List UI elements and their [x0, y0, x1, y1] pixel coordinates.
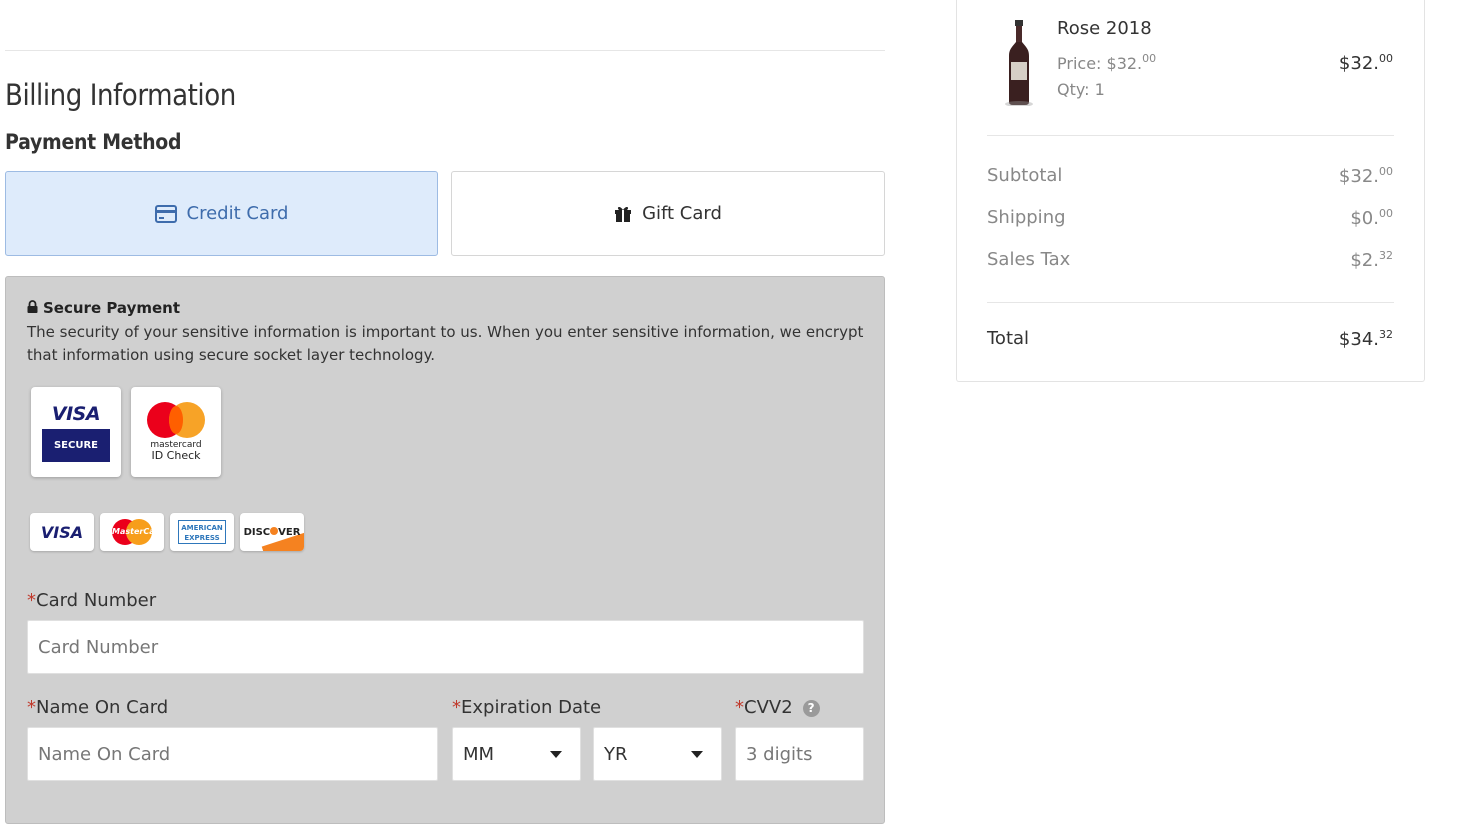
lock-icon [27, 299, 38, 317]
item-name: Rose 2018 [1057, 18, 1152, 39]
secure-payment-title: Secure Payment [43, 299, 181, 317]
shipping-label: Shipping [987, 207, 1066, 228]
order-summary: Rose 2018 Price: $32.00 Qty: 1 $32.00 Su… [956, 0, 1425, 382]
expiration-year-value: YR [604, 743, 628, 765]
amex-line-1: AMERICAN [181, 524, 223, 532]
discover-logo: DISC VER [240, 513, 304, 551]
tab-gift-card-label: Gift Card [642, 203, 722, 224]
mastercard-id-check-badge: mastercard ID Check [131, 387, 221, 477]
discover-o-icon [270, 526, 279, 535]
expiration-year-select[interactable]: YR [593, 727, 722, 781]
sales-tax-label: Sales Tax [987, 249, 1071, 270]
total-value: $34.32 [1338, 328, 1393, 350]
card-number-label: *Card Number [27, 590, 157, 611]
secure-payment-text: The security of your sensitive informati… [27, 323, 864, 364]
name-on-card-input[interactable]: Name On Card [27, 727, 438, 781]
mastercard-logo-icon [147, 402, 205, 438]
wine-bottle-image [1001, 20, 1037, 107]
sales-tax-value: $2.32 [1350, 249, 1393, 271]
item-total: $32.00 [1338, 52, 1393, 74]
tab-credit-card[interactable]: Credit Card [5, 171, 438, 256]
chevron-down-icon [691, 750, 703, 758]
summary-divider [987, 302, 1394, 303]
expiration-date-label: *Expiration Date [452, 697, 602, 718]
secure-payment-heading: Secure Payment [27, 299, 180, 317]
tab-gift-card[interactable]: Gift Card [451, 171, 885, 256]
cvv-input[interactable]: 3 digits [735, 727, 864, 781]
help-icon[interactable]: ? [802, 699, 820, 717]
page-title: Billing Information [5, 78, 236, 112]
total-label: Total [987, 328, 1030, 349]
visa-logo-text: VISA [40, 522, 84, 542]
expiration-month-value: MM [463, 743, 495, 765]
chevron-down-icon [550, 750, 562, 758]
amex-line-2: EXPRESS [184, 534, 220, 542]
card-number-input[interactable]: Card Number [27, 620, 864, 674]
subtotal-value: $32.00 [1338, 165, 1393, 187]
secure-payment-panel: Secure Payment The security of your sens… [5, 276, 885, 824]
cvv-label: *CVV2? [735, 697, 820, 718]
shipping-value: $0.00 [1350, 207, 1393, 229]
item-qty: Qty: 1 [1057, 80, 1105, 99]
amex-logo: AMERICAN EXPRESS [170, 513, 234, 551]
subtotal-label: Subtotal [987, 165, 1063, 186]
tab-credit-card-label: Credit Card [186, 203, 289, 224]
credit-card-icon [154, 204, 177, 223]
name-on-card-label: *Name On Card [27, 697, 169, 718]
payment-method-heading: Payment Method [5, 130, 182, 154]
visa-secure-bar: SECURE [42, 428, 110, 462]
visa-secure-badge: VISA SECURE [31, 387, 121, 477]
mastercard-logo: MasterCard [100, 513, 164, 551]
expiration-month-select[interactable]: MM [452, 727, 581, 781]
mastercard-logo-text: MasterCard [112, 527, 164, 536]
visa-secure-word: VISA [51, 402, 101, 425]
item-price: Price: $32.00 [1057, 52, 1157, 73]
discover-logo-text: DISC VER [243, 526, 301, 538]
mastercard-icon: MasterCard [112, 519, 164, 545]
mastercard-id-check-text: ID Check [151, 449, 201, 462]
gift-icon [614, 205, 632, 222]
visa-logo: VISA [30, 513, 94, 551]
top-divider [5, 50, 885, 51]
summary-divider [987, 135, 1394, 136]
amex-icon: AMERICAN EXPRESS [178, 520, 226, 544]
